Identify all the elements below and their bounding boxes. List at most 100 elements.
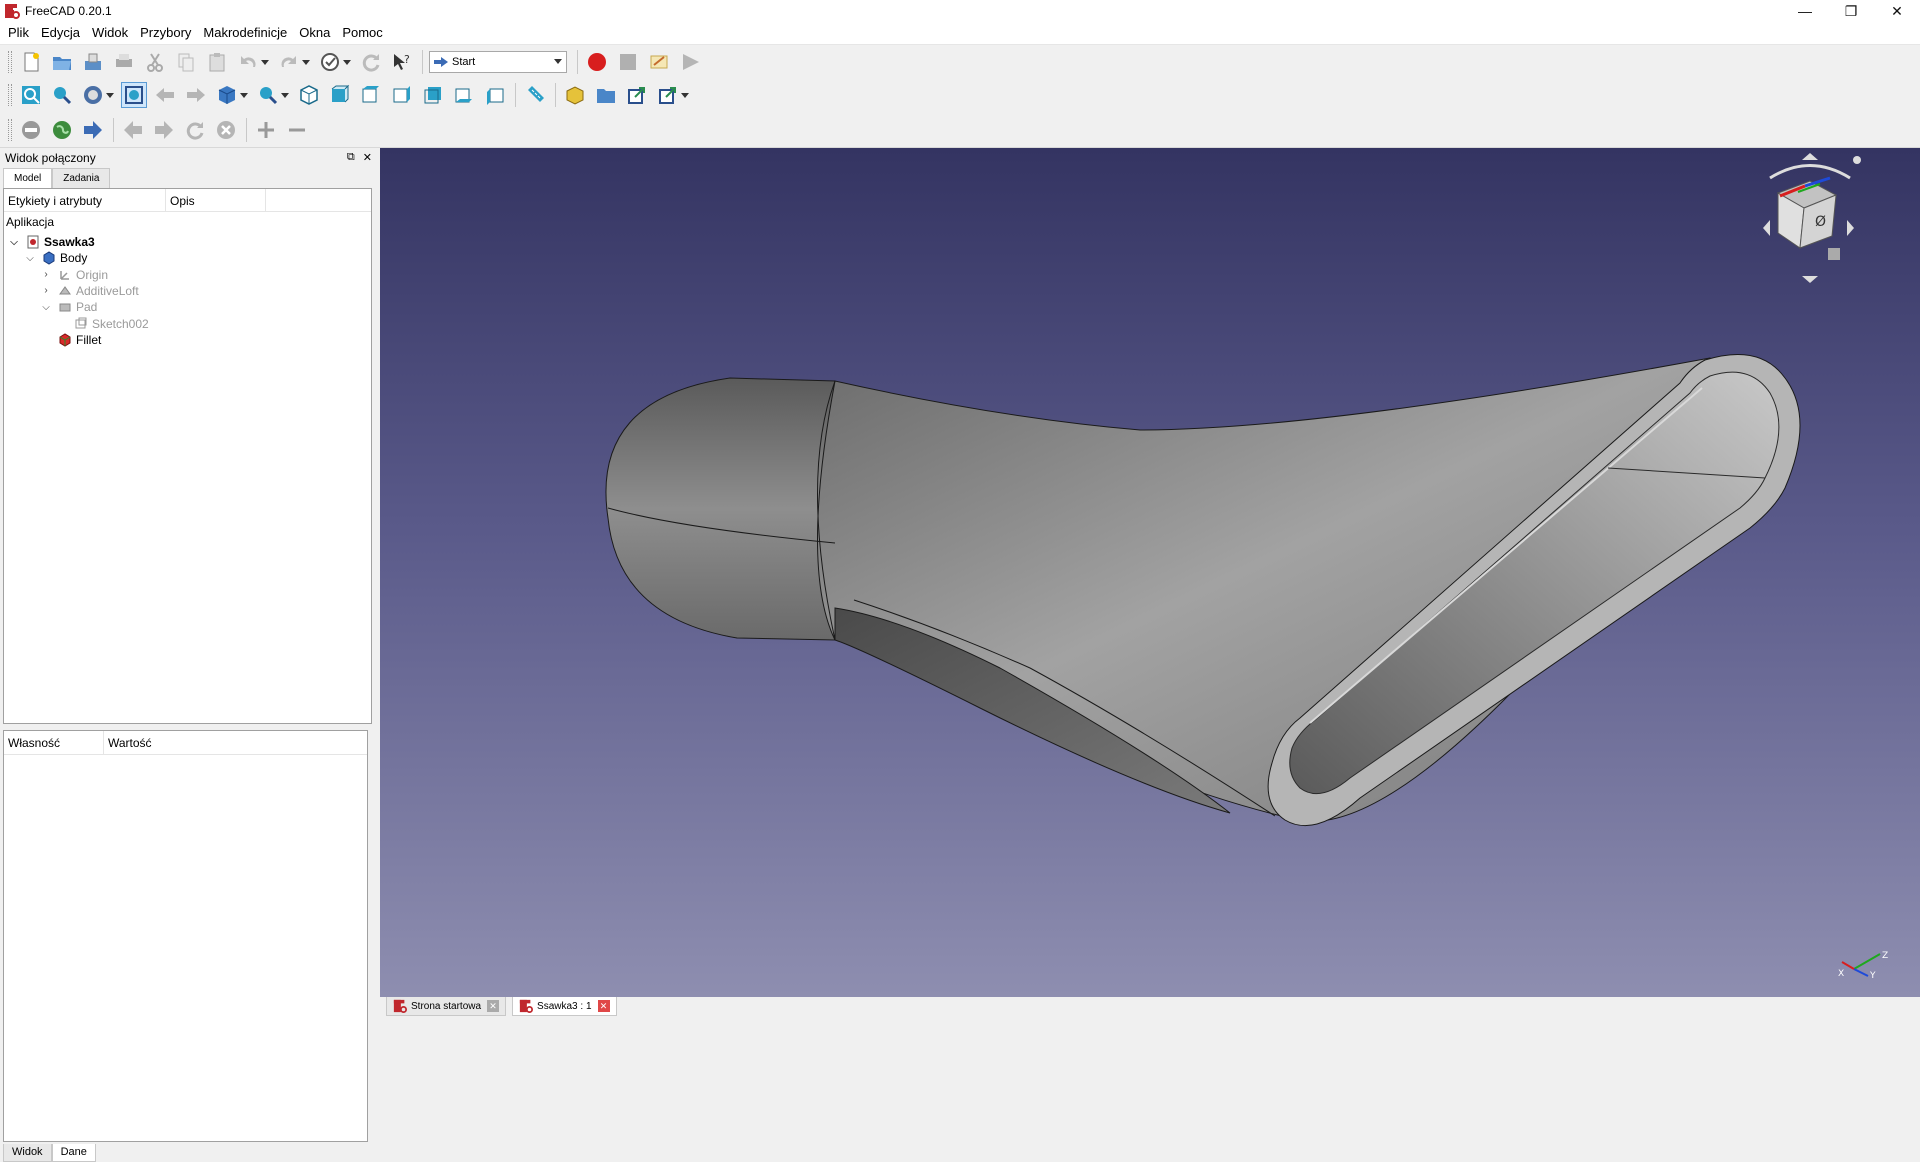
menu-okna[interactable]: Okna	[293, 22, 336, 44]
doc-tab-label: Strona startowa	[411, 1000, 482, 1012]
expand-chevron-icon[interactable]: ⌵	[8, 237, 20, 248]
nav-arrow-up-icon[interactable]	[1802, 153, 1818, 160]
tree-item-label: Pad	[76, 300, 98, 315]
nozzle-cylinder[interactable]	[605, 377, 836, 641]
web-next-button[interactable]	[151, 117, 177, 143]
paste-button[interactable]	[204, 49, 230, 75]
menu-przybory[interactable]: Przybory	[134, 22, 197, 44]
3d-viewport[interactable]: Ø Z Y X	[380, 148, 1920, 997]
zoom-in-button[interactable]	[253, 117, 279, 143]
tree-item-label: Ssawka3	[44, 235, 95, 249]
web-back-button[interactable]	[120, 117, 146, 143]
left-view-button[interactable]	[482, 82, 508, 108]
nozzle-model[interactable]: Ø Z Y X	[380, 148, 1920, 997]
menu-makrodefinicje[interactable]: Makrodefinicje	[197, 22, 293, 44]
web-home-button[interactable]	[49, 117, 75, 143]
toolbar-grip[interactable]	[8, 50, 12, 73]
menu-pomoc[interactable]: Pomoc	[336, 22, 388, 44]
forward-button[interactable]	[183, 82, 209, 108]
expand-chevron-icon[interactable]: ⌵	[40, 302, 52, 313]
std-views-button[interactable]	[214, 82, 250, 108]
zoom-out-icon	[289, 128, 305, 131]
top-view-button[interactable]	[358, 82, 384, 108]
menu-widok[interactable]: Widok	[86, 22, 134, 44]
nav-arrow-right-icon[interactable]	[1847, 220, 1854, 236]
fit-selection-button[interactable]	[49, 82, 75, 108]
maximize-button[interactable]: ❐	[1828, 0, 1874, 22]
right-view-button[interactable]	[389, 82, 415, 108]
tree-column-labels[interactable]: Etykiety i atrybuty	[4, 189, 166, 211]
back-button[interactable]	[152, 82, 178, 108]
group-button[interactable]	[593, 82, 619, 108]
print-button[interactable]	[111, 49, 137, 75]
tab-dane[interactable]: Dane	[51, 1144, 96, 1162]
toolbar-grip[interactable]	[8, 84, 12, 106]
doc-tab-start-page[interactable]: Strona startowa ✕	[386, 997, 507, 1016]
print-icon	[116, 53, 132, 67]
zoom-button[interactable]	[255, 82, 291, 108]
part-icon	[566, 86, 584, 105]
minimize-button[interactable]: —	[1782, 0, 1828, 22]
web-refresh-button[interactable]	[182, 117, 208, 143]
macro-stop-button[interactable]	[615, 49, 641, 75]
expand-chevron-icon[interactable]: ›	[40, 269, 52, 280]
isometric-button[interactable]	[296, 82, 322, 108]
axis-z-label: Z	[1882, 951, 1888, 961]
bottom-view-button[interactable]	[451, 82, 477, 108]
nav-arrow-down-icon[interactable]	[1802, 276, 1818, 283]
part-button[interactable]	[562, 82, 588, 108]
link-actions-button[interactable]	[655, 82, 691, 108]
menu-edycja[interactable]: Edycja	[35, 22, 86, 44]
undo-button[interactable]	[235, 49, 271, 75]
float-panel-button[interactable]: ⧉	[347, 151, 355, 164]
macro-edit-button[interactable]	[646, 49, 672, 75]
tab-zadania[interactable]: Zadania	[52, 168, 111, 188]
menu-plik[interactable]: Plik	[2, 22, 35, 44]
tab-model[interactable]: Model	[3, 168, 53, 188]
fit-all-button[interactable]	[18, 82, 44, 108]
rotate-arrow-icon[interactable]	[1769, 164, 1851, 180]
front-view-button[interactable]	[327, 82, 353, 108]
zoom-out-button[interactable]	[284, 117, 310, 143]
workbench-selector[interactable]: Start	[429, 50, 567, 73]
rear-view-button[interactable]	[420, 82, 446, 108]
property-column-name[interactable]: Własność	[4, 731, 104, 754]
web-stop2-button[interactable]	[213, 117, 239, 143]
new-document-button[interactable]	[18, 49, 44, 75]
web-go-button[interactable]	[80, 117, 106, 143]
tree-column-description[interactable]: Opis	[166, 189, 266, 211]
web-stop-button[interactable]	[18, 117, 44, 143]
svg-text:?: ?	[404, 53, 410, 66]
expand-chevron-icon[interactable]: ⌵	[24, 253, 36, 264]
navigation-cube[interactable]: Ø	[1763, 153, 1861, 283]
nav-menu-dot-icon[interactable]	[1853, 156, 1861, 164]
property-column-value[interactable]: Wartość	[104, 731, 224, 754]
macro-record-button[interactable]	[584, 49, 610, 75]
doc-tab-ssawka3[interactable]: Ssawka3 : 1 ✕	[512, 997, 617, 1016]
refresh-button[interactable]	[358, 49, 384, 75]
close-panel-button[interactable]: ✕	[363, 151, 372, 164]
undo-icon	[241, 55, 256, 67]
open-button[interactable]	[49, 49, 75, 75]
nav-small-cube-icon[interactable]	[1828, 248, 1840, 260]
web-toolbar	[0, 112, 1920, 148]
expand-chevron-icon[interactable]: ›	[40, 285, 52, 296]
nav-arrow-left-icon[interactable]	[1763, 220, 1770, 236]
bounding-box-button[interactable]	[121, 82, 147, 108]
close-tab-icon[interactable]: ✕	[597, 1000, 610, 1012]
macro-run-button[interactable]	[677, 49, 703, 75]
link-button[interactable]	[624, 82, 650, 108]
whats-this-button[interactable]: ?	[389, 49, 415, 75]
close-tab-icon[interactable]: ✕	[487, 1000, 500, 1012]
tab-widok[interactable]: Widok	[3, 1144, 52, 1162]
save-button[interactable]	[80, 49, 106, 75]
cut-button[interactable]	[142, 49, 168, 75]
whats-this-dropdown[interactable]	[317, 49, 353, 75]
copy-button[interactable]	[173, 49, 199, 75]
toolbar-grip[interactable]	[8, 118, 12, 141]
close-button[interactable]: ✕	[1874, 0, 1920, 22]
measure-button[interactable]	[522, 82, 548, 108]
redo-button[interactable]	[276, 49, 312, 75]
tree-item-fillet[interactable]: Fillet	[40, 330, 101, 350]
draw-style-button[interactable]	[80, 82, 116, 108]
